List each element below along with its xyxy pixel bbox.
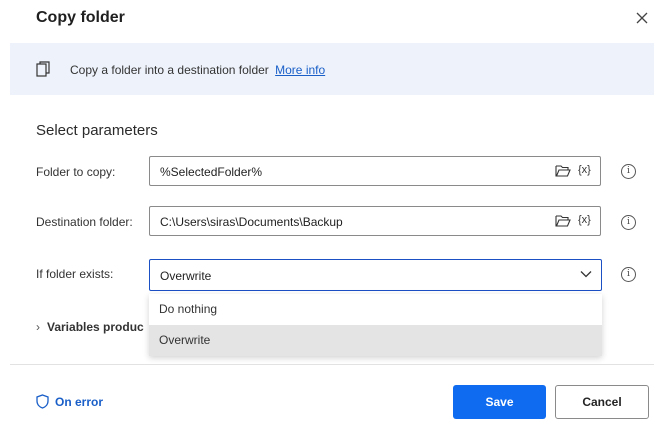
destination-folder-label: Destination folder: <box>36 215 133 229</box>
info-icon[interactable]: i <box>621 164 636 179</box>
variable-icon[interactable]: {x} <box>578 214 591 226</box>
info-icon[interactable]: i <box>621 267 636 282</box>
footer-divider <box>10 364 654 365</box>
info-icon[interactable]: i <box>621 215 636 230</box>
chevron-down-icon[interactable] <box>580 270 592 278</box>
folder-to-copy-value: %SelectedFolder% <box>160 165 263 179</box>
banner-description: Copy a folder into a destination folder <box>70 63 269 77</box>
folder-to-copy-input[interactable]: %SelectedFolder% {x} <box>149 156 601 186</box>
variables-produced-label: Variables produc <box>47 320 144 334</box>
destination-folder-value: C:\Users\siras\Documents\Backup <box>160 215 343 229</box>
if-folder-exists-dropdown: Do nothing Overwrite <box>149 294 602 356</box>
if-folder-exists-value: Overwrite <box>160 269 212 283</box>
if-folder-exists-select[interactable]: Overwrite <box>149 259 602 291</box>
banner-text: Copy a folder into a destination folder … <box>70 63 325 77</box>
chevron-right-icon: › <box>36 320 40 334</box>
variable-icon[interactable]: {x} <box>578 164 591 176</box>
save-button[interactable]: Save <box>453 385 546 419</box>
section-title: Select parameters <box>36 122 158 139</box>
folder-open-icon[interactable] <box>555 214 571 228</box>
if-folder-exists-label: If folder exists: <box>36 267 114 281</box>
folder-open-icon[interactable] <box>555 164 571 178</box>
on-error-button[interactable]: On error <box>36 394 103 409</box>
info-banner: Copy a folder into a destination folder … <box>10 43 654 95</box>
variables-produced-toggle[interactable]: › Variables produc <box>36 320 144 334</box>
copy-icon <box>36 61 50 77</box>
cancel-button[interactable]: Cancel <box>555 385 649 419</box>
dropdown-option-do-nothing[interactable]: Do nothing <box>149 294 602 325</box>
dropdown-option-overwrite[interactable]: Overwrite <box>149 325 602 356</box>
folder-to-copy-label: Folder to copy: <box>36 165 116 179</box>
dialog-title: Copy folder <box>36 9 125 26</box>
close-icon[interactable] <box>634 10 650 26</box>
on-error-label: On error <box>55 395 104 409</box>
shield-icon <box>36 394 49 409</box>
more-info-link[interactable]: More info <box>275 63 325 77</box>
destination-folder-input[interactable]: C:\Users\siras\Documents\Backup {x} <box>149 206 601 236</box>
